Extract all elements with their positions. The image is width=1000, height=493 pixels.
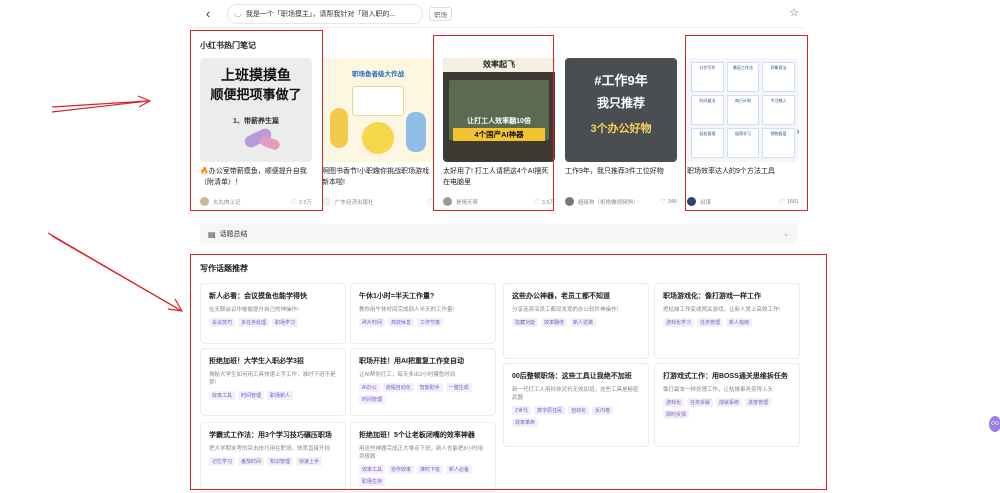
arrow-line [51, 235, 181, 311]
assistant-mascot-icon[interactable] [986, 412, 1000, 434]
annotation-arrows [47, 95, 184, 312]
arrow-head [167, 298, 184, 312]
